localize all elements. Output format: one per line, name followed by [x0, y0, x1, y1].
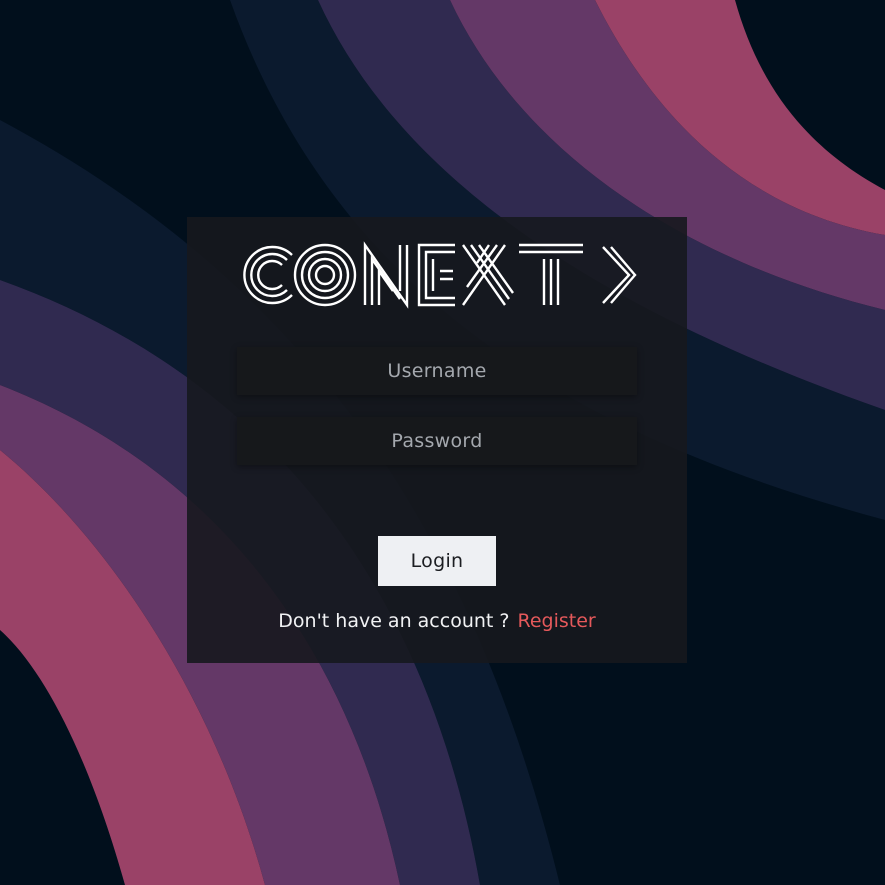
- username-input[interactable]: [237, 347, 637, 395]
- login-card: Login Don't have an account ? Register: [187, 217, 687, 663]
- brand-logo: [237, 241, 637, 309]
- register-link[interactable]: Register: [517, 610, 595, 632]
- conext-logo: [243, 241, 637, 309]
- register-prompt-row: Don't have an account ? Register: [187, 607, 687, 635]
- register-prompt-text: Don't have an account ?: [278, 610, 510, 632]
- login-button[interactable]: Login: [378, 536, 496, 586]
- login-screen: Login Don't have an account ? Register: [0, 0, 885, 885]
- password-input[interactable]: [237, 417, 637, 465]
